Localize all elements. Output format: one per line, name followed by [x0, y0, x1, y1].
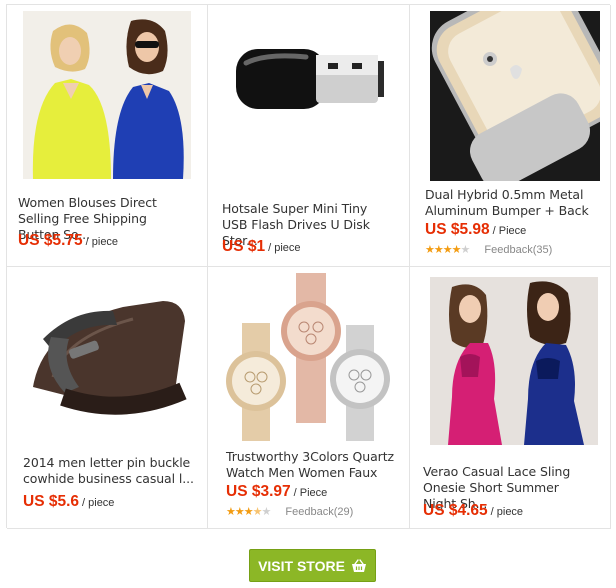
product-card[interactable]: Women Blouses Direct Selling Free Shippi… [7, 5, 208, 267]
quartz-watches-image[interactable] [224, 273, 396, 443]
price-unit: / Piece [492, 225, 527, 237]
rating-stars: ★★★★★ [425, 244, 470, 256]
usb-flash-drive-image[interactable] [224, 19, 394, 189]
feedback-count[interactable]: Feedback(29) [285, 506, 353, 518]
price-amount: US $5.6 [23, 493, 80, 510]
price-unit: / piece [490, 506, 524, 518]
price-unit: / Piece [293, 487, 328, 499]
visit-store-button[interactable]: VISIT STORE [249, 549, 376, 582]
product-title[interactable]: Trustworthy 3Colors Quartz Watch Men Wom… [226, 449, 398, 481]
feedback-count[interactable]: Feedback(35) [484, 244, 552, 256]
product-price: US $4.65/ piece [423, 502, 523, 520]
product-price: US $3.97/ Piece [226, 483, 327, 501]
leather-belt-image[interactable] [23, 277, 193, 447]
price-unit: / piece [85, 236, 119, 248]
price-amount: US $3.97 [226, 483, 291, 500]
product-price: US $1/ piece [222, 238, 301, 256]
product-rating: ★★★★★ Feedback(35) [425, 243, 552, 256]
price-unit: / piece [82, 497, 115, 509]
product-price: US $5.75/ piece [18, 232, 118, 250]
phone-bumper-case-image[interactable] [430, 11, 600, 181]
product-grid: Women Blouses Direct Selling Free Shippi… [6, 4, 611, 529]
product-title[interactable]: 2014 men letter pin buckle cowhide busin… [23, 455, 195, 487]
lace-onesie-image[interactable] [430, 277, 598, 445]
product-card[interactable]: Verao Casual Lace Sling Onesie Short Sum… [410, 267, 611, 529]
women-blouses-image[interactable] [23, 11, 191, 179]
visit-store-label: VISIT STORE [258, 557, 345, 574]
price-amount: US $1 [222, 238, 266, 255]
product-title[interactable]: Dual Hybrid 0.5mm Metal Aluminum Bumper … [425, 187, 597, 219]
product-price: US $5.6/ piece [23, 493, 114, 511]
price-amount: US $4.65 [423, 502, 488, 519]
price-amount: US $5.75 [18, 232, 83, 249]
product-card[interactable]: Hotsale Super Mini Tiny USB Flash Drives… [208, 5, 410, 267]
product-card[interactable]: Trustworthy 3Colors Quartz Watch Men Wom… [208, 267, 410, 529]
price-amount: US $5.98 [425, 221, 490, 238]
product-card[interactable]: 2014 men letter pin buckle cowhide busin… [7, 267, 208, 529]
product-card[interactable]: Dual Hybrid 0.5mm Metal Aluminum Bumper … [410, 5, 611, 267]
price-unit: / piece [268, 242, 301, 254]
product-price: US $5.98/ Piece [425, 221, 526, 239]
product-rating: ★★★★★ Feedback(29) [226, 505, 353, 518]
rating-stars: ★★★★★ [226, 506, 271, 518]
shopping-basket-icon [351, 558, 367, 573]
